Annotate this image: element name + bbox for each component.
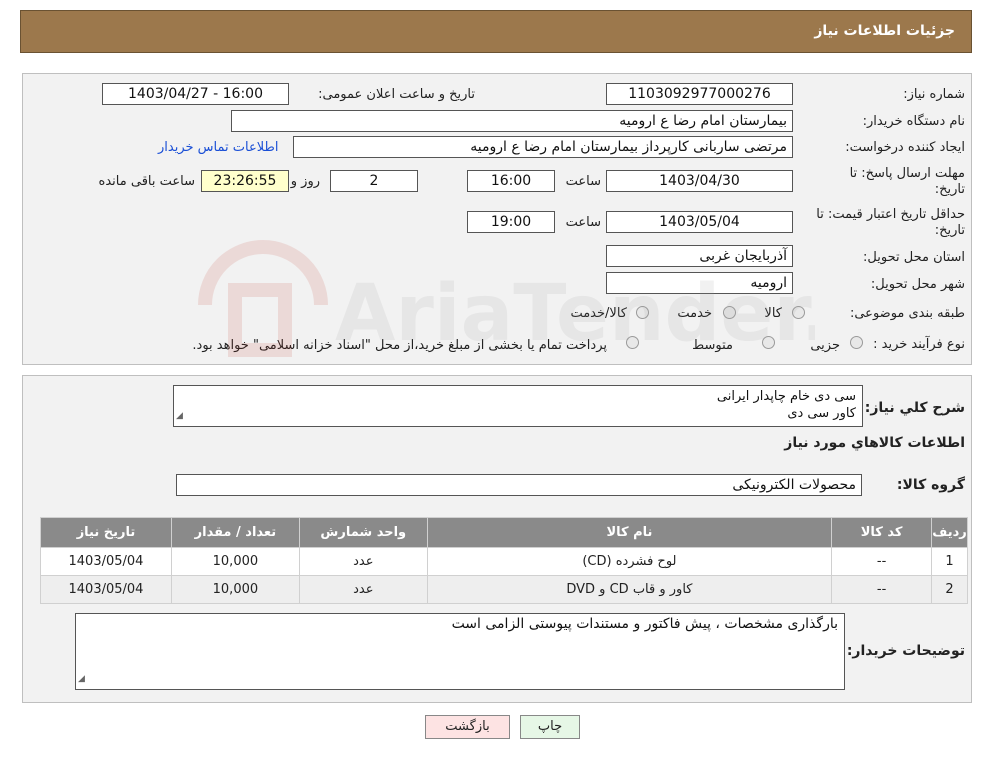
need-number-field[interactable]: 1103092977000276 — [606, 83, 793, 105]
deadline-time-field[interactable]: 16:00 — [467, 170, 555, 192]
cell-goods-code: -- — [831, 575, 933, 604]
category-service-label: خدمت — [677, 306, 712, 321]
table-row: 1 -- لوح فشرده (CD) عدد 10,000 1403/05/0… — [40, 547, 968, 576]
validity-time-field[interactable]: 19:00 — [467, 211, 555, 233]
cell-unit: عدد — [298, 547, 428, 576]
buyer-notes-label: توضیحات خریدار: — [846, 643, 965, 659]
print-button[interactable]: چاپ — [520, 715, 580, 739]
back-button[interactable]: بازگشت — [425, 715, 510, 739]
buyer-org-label: نام دستگاه خریدار: — [862, 114, 965, 129]
category-goods-service-radio[interactable] — [636, 306, 649, 319]
cell-row-number: 1 — [931, 547, 968, 576]
cell-goods-name: کاور و قاب CD و DVD — [426, 575, 833, 604]
cell-goods-code: -- — [831, 547, 933, 576]
page-header: جزئیات اطلاعات نیاز — [20, 10, 972, 53]
table-row: 2 -- کاور و قاب CD و DVD عدد 10,000 1403… — [40, 575, 968, 604]
remaining-time-label: ساعت باقی مانده — [98, 174, 195, 189]
col-goods-code: کد کالا — [831, 517, 933, 548]
resize-grip-icon[interactable]: ◢ — [78, 671, 85, 688]
cell-goods-name: لوح فشرده (CD) — [426, 547, 833, 576]
category-goods-radio[interactable] — [792, 306, 805, 319]
category-goods-label: کالا — [764, 306, 782, 321]
page-title: جزئیات اطلاعات نیاز — [814, 23, 955, 39]
announce-label: تاریخ و ساعت اعلان عمومی: — [318, 87, 475, 102]
creator-label: ایجاد کننده درخواست: — [845, 140, 965, 155]
goods-group-field[interactable]: محصولات الکترونیکی — [176, 474, 862, 496]
cell-need-date: 1403/05/04 — [40, 547, 172, 576]
process-minor-radio[interactable] — [850, 336, 863, 349]
need-number-label: شماره نیاز: — [903, 87, 965, 102]
deadline-label-line1: مهلت ارسال پاسخ: تا — [849, 166, 965, 181]
resize-grip-icon[interactable]: ◢ — [176, 408, 183, 425]
buyer-contact-link[interactable]: اطلاعات تماس خریدار — [158, 140, 278, 155]
cell-row-number: 2 — [931, 575, 968, 604]
cell-unit: عدد — [298, 575, 428, 604]
announce-datetime-field[interactable]: 1403/04/27 - 16:00 — [102, 83, 289, 105]
col-unit: واحد شمارش — [298, 517, 428, 548]
city-field[interactable]: ارومیه — [606, 272, 793, 294]
goods-info-title: اطلاعات کالاهاي مورد نياز — [784, 435, 965, 451]
province-label: استان محل تحویل: — [863, 250, 965, 265]
description-textarea[interactable]: سی دی خام چاپدار ایرانی کاور سی دی ◢ — [173, 385, 863, 427]
treasury-payment-note: پرداخت تمام یا بخشی از مبلغ خرید،از محل … — [192, 338, 607, 353]
category-service-radio[interactable] — [723, 306, 736, 319]
validity-label-line1: حداقل تاریخ اعتبار قیمت: تا — [816, 207, 965, 222]
buyer-notes-text: بارگذاری مشخصات ، پیش فاکتور و مستندات پ… — [451, 616, 838, 632]
col-goods-name: نام کالا — [426, 517, 833, 548]
col-quantity: تعداد / مقدار — [170, 517, 300, 548]
deadline-time-label: ساعت — [565, 174, 601, 189]
process-medium-label: متوسط — [692, 338, 733, 353]
buyer-notes-textarea[interactable]: بارگذاری مشخصات ، پیش فاکتور و مستندات پ… — [75, 613, 845, 690]
creator-field[interactable]: مرتضی ساربانی کارپرداز بیمارستان امام رض… — [293, 136, 793, 158]
cell-quantity: 10,000 — [170, 575, 300, 604]
validity-date-field[interactable]: 1403/05/04 — [606, 211, 793, 233]
validity-time-label: ساعت — [565, 215, 601, 230]
cell-need-date: 1403/05/04 — [40, 575, 172, 604]
process-medium-radio[interactable] — [762, 336, 775, 349]
province-field[interactable]: آذربایجان غربی — [606, 245, 793, 267]
deadline-date-field[interactable]: 1403/04/30 — [606, 170, 793, 192]
goods-group-label: گروه کالا: — [896, 477, 965, 493]
goods-table: ردیف کد کالا نام کالا واحد شمارش تعداد /… — [40, 517, 968, 604]
col-need-date: تاریخ نیاز — [40, 517, 172, 548]
days-remaining-field[interactable]: 2 — [330, 170, 418, 192]
validity-label-line2: تاریخ: — [934, 223, 965, 238]
deadline-label-line2: تاریخ: — [934, 182, 965, 197]
buyer-org-field[interactable]: بیمارستان امام رضا ع ارومیه — [231, 110, 793, 132]
cell-quantity: 10,000 — [170, 547, 300, 576]
description-line-1: سی دی خام چاپدار ایرانی — [716, 389, 856, 404]
treasury-payment-radio[interactable] — [626, 336, 639, 349]
col-row-number: ردیف — [931, 517, 968, 548]
table-header-row: ردیف کد کالا نام کالا واحد شمارش تعداد /… — [40, 517, 968, 548]
description-label: شرح کلي نياز: — [864, 400, 965, 416]
process-type-label: نوع فرآیند خرید : — [873, 337, 965, 352]
category-goods-service-label: کالا/خدمت — [570, 306, 627, 321]
category-label: طبقه بندی موضوعی: — [849, 306, 965, 321]
remaining-time-field[interactable]: 23:26:55 — [201, 170, 289, 192]
process-minor-label: جزیی — [810, 338, 840, 353]
description-line-2: کاور سی دی — [787, 406, 856, 421]
days-label: روز و — [290, 174, 320, 189]
city-label: شهر محل تحویل: — [870, 277, 965, 292]
